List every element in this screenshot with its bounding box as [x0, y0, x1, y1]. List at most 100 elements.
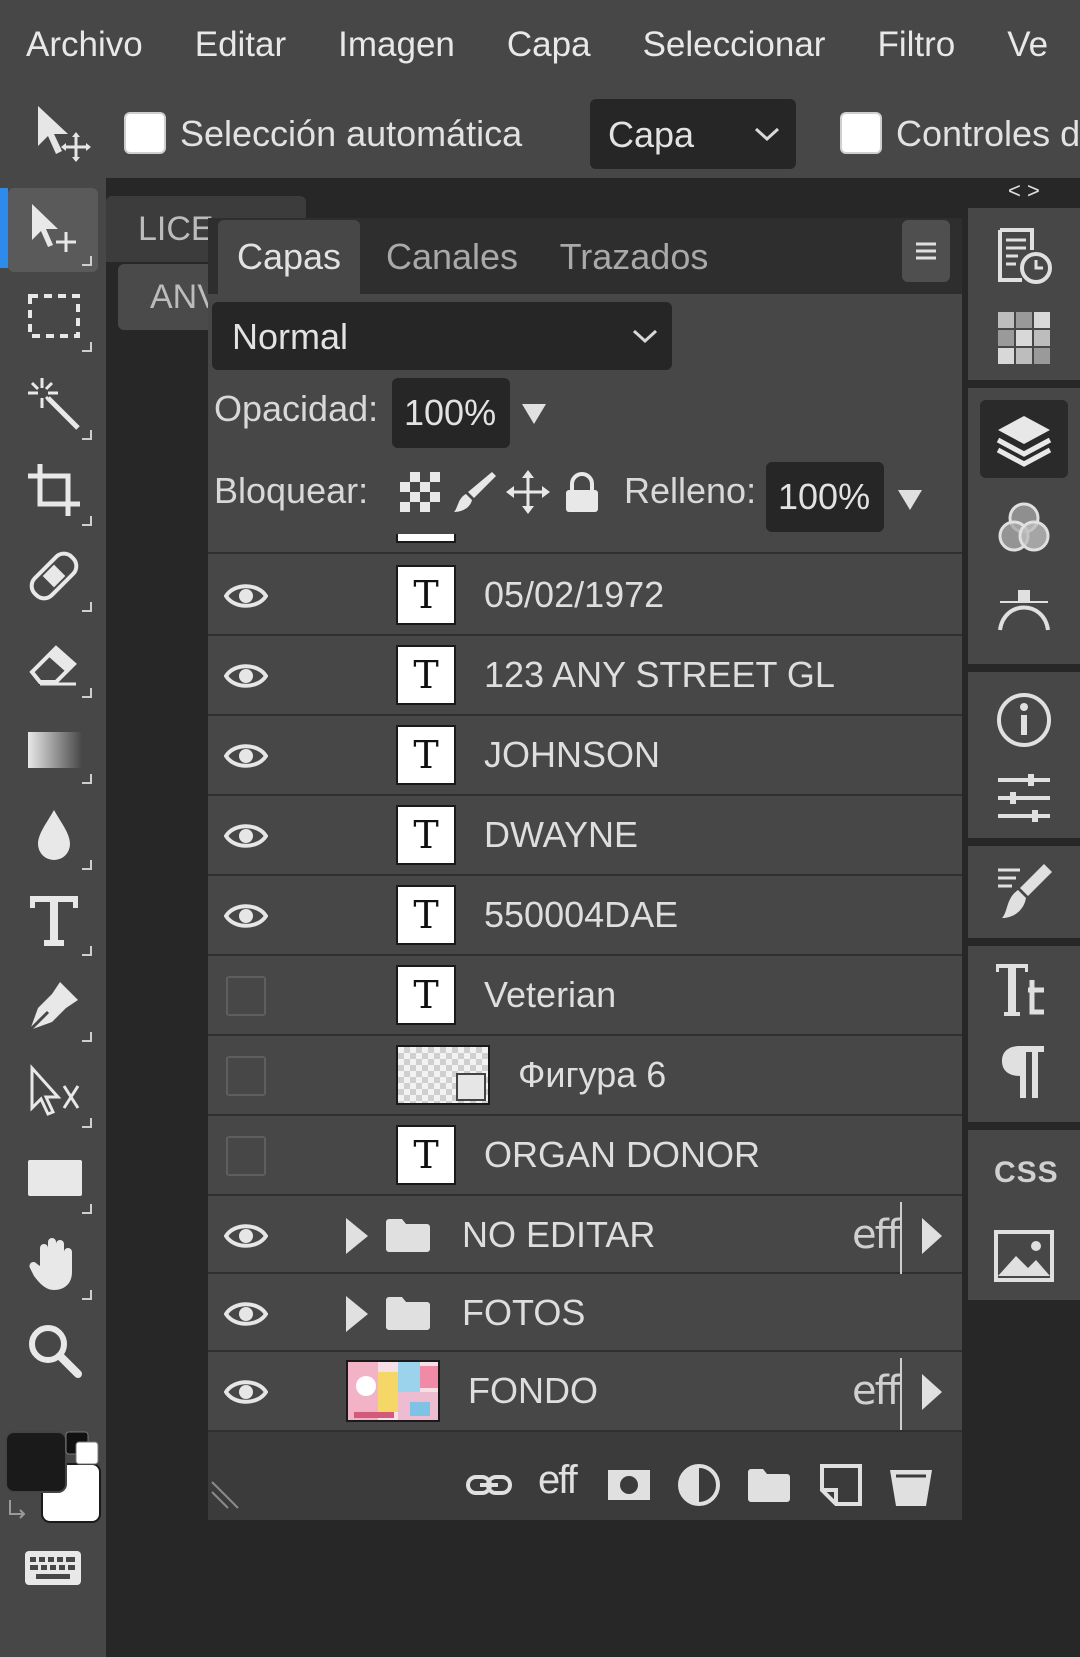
path-select-tool[interactable] [8, 1050, 98, 1134]
visibility-toggle-off[interactable] [226, 1136, 266, 1176]
eye-icon[interactable] [224, 1371, 268, 1413]
effects-expand-arrow-icon[interactable] [920, 1216, 944, 1256]
eye-icon[interactable] [224, 1293, 268, 1335]
pen-tool[interactable] [8, 964, 98, 1048]
lock-all-icon[interactable] [560, 470, 604, 514]
new-group-folder-icon[interactable] [746, 1462, 792, 1508]
lock-transparency-icon[interactable] [398, 470, 442, 514]
auto-select-checkbox[interactable] [124, 112, 166, 154]
crop-tool[interactable] [8, 448, 98, 532]
layer-name: NO EDITAR [462, 1214, 656, 1255]
layer-group-row[interactable]: NO EDITAR eff [208, 1196, 962, 1274]
move-tool[interactable] [8, 188, 98, 272]
menu-editar[interactable]: Editar [195, 0, 286, 90]
layers-panel-footer: eff [208, 1448, 962, 1520]
image-icon[interactable] [994, 1226, 1054, 1286]
brush-settings-icon[interactable] [994, 862, 1054, 922]
auto-select-target-dropdown[interactable]: Capa [590, 99, 796, 169]
menu-imagen[interactable]: Imagen [338, 0, 455, 90]
tab-canales[interactable]: Canales [374, 220, 530, 294]
info-icon[interactable] [994, 690, 1054, 750]
layer-effects-label[interactable]: eff [852, 1368, 901, 1414]
tab-capas[interactable]: Capas [218, 220, 360, 294]
panel-group-history [968, 208, 1080, 380]
eye-icon[interactable] [224, 815, 268, 857]
layer-row[interactable]: T 550004DAE [208, 876, 962, 956]
text-layer-thumbnail: T [396, 1125, 456, 1185]
add-mask-icon[interactable] [606, 1462, 652, 1508]
tab-trazados[interactable]: Trazados [544, 220, 724, 294]
effects-expand-arrow-icon[interactable] [920, 1372, 944, 1412]
shape-tool[interactable] [8, 1136, 98, 1220]
expand-arrow-icon[interactable] [344, 1216, 370, 1256]
layer-name: 05/02/1972 [484, 574, 665, 615]
layer-row[interactable]: T 05/02/1972 [208, 556, 962, 636]
blend-mode-dropdown[interactable]: Normal [212, 302, 672, 370]
panel-group-brush [968, 846, 1080, 938]
menu-archivo[interactable]: Archivo [26, 0, 143, 90]
eye-icon[interactable] [224, 735, 268, 777]
visibility-toggle-off[interactable] [226, 1056, 266, 1096]
fill-slider-toggle-icon[interactable] [898, 490, 922, 510]
eye-icon[interactable] [224, 655, 268, 697]
image-layer-thumbnail [346, 1360, 440, 1422]
zoom-tool[interactable] [8, 1308, 98, 1392]
healing-tool[interactable] [8, 534, 98, 618]
eye-icon[interactable] [224, 895, 268, 937]
gradient-tool[interactable] [8, 706, 98, 790]
paths-curve-icon[interactable] [994, 580, 1054, 640]
layer-effects-label[interactable]: eff [852, 1212, 901, 1258]
layer-row[interactable]: Фигура 6 [208, 1036, 962, 1116]
color-swatches[interactable] [4, 1430, 104, 1530]
menu-seleccionar[interactable]: Seleccionar [643, 0, 826, 90]
css-panel-button[interactable]: CSS [994, 1156, 1059, 1190]
swatches-grid-icon[interactable] [994, 308, 1054, 368]
collapse-panels-toggle[interactable]: < > [1008, 178, 1040, 204]
new-layer-icon[interactable] [818, 1462, 864, 1508]
fill-value: 100% [778, 476, 871, 517]
delete-layer-trash-icon[interactable] [888, 1462, 934, 1508]
lock-position-move-icon[interactable] [506, 470, 550, 514]
layer-row[interactable]: T 123 ANY STREET GL [208, 636, 962, 716]
lock-pixels-brush-icon[interactable] [452, 470, 496, 514]
character-type-icon[interactable] [994, 960, 1054, 1020]
expand-arrow-icon[interactable] [344, 1294, 370, 1334]
panel-menu-button[interactable] [902, 220, 950, 282]
eye-icon[interactable] [224, 1215, 268, 1257]
eraser-icon [29, 645, 77, 686]
layer-row[interactable]: T ORGAN DONOR [208, 1116, 962, 1196]
channels-circles-icon[interactable] [994, 498, 1054, 558]
layer-row[interactable]: T Veterian [208, 956, 962, 1036]
menu-capa[interactable]: Capa [507, 0, 591, 90]
fill-input[interactable]: 100% [766, 462, 884, 532]
layer-row[interactable]: T DWAYNE [208, 796, 962, 876]
eraser-tool[interactable] [8, 620, 98, 704]
eye-icon[interactable] [224, 575, 268, 617]
menu-ver[interactable]: Ve [1007, 0, 1048, 90]
opacity-slider-toggle-icon[interactable] [522, 404, 546, 424]
layer-row[interactable]: T JOHNSON [208, 716, 962, 796]
tool-corner-mark [82, 1204, 92, 1214]
drop-icon [38, 810, 70, 860]
layer-name: 550004DAE [484, 894, 679, 935]
history-icon[interactable] [994, 226, 1054, 286]
adjustment-layer-icon[interactable] [676, 1462, 722, 1508]
type-tool[interactable] [8, 878, 98, 962]
add-layer-style-button[interactable]: eff [538, 1458, 578, 1503]
keyboard-icon[interactable] [24, 1550, 82, 1586]
layers-panel-button[interactable] [980, 400, 1068, 478]
layer-row[interactable]: FONDO eff [208, 1352, 962, 1432]
marquee-tool[interactable] [8, 274, 98, 358]
link-layers-icon[interactable] [466, 1462, 512, 1508]
paragraph-icon[interactable] [994, 1042, 1054, 1102]
resize-grip-icon[interactable] [210, 1480, 240, 1510]
transform-controls-checkbox[interactable] [840, 112, 882, 154]
hand-tool[interactable] [8, 1222, 98, 1306]
magic-wand-tool[interactable] [8, 362, 98, 446]
layer-group-row[interactable]: FOTOS [208, 1274, 962, 1352]
adjustments-sliders-icon[interactable] [994, 768, 1054, 828]
opacity-input[interactable]: 100% [392, 378, 510, 448]
visibility-toggle-off[interactable] [226, 976, 266, 1016]
menu-filtro[interactable]: Filtro [877, 0, 955, 90]
blur-tool[interactable] [8, 792, 98, 876]
